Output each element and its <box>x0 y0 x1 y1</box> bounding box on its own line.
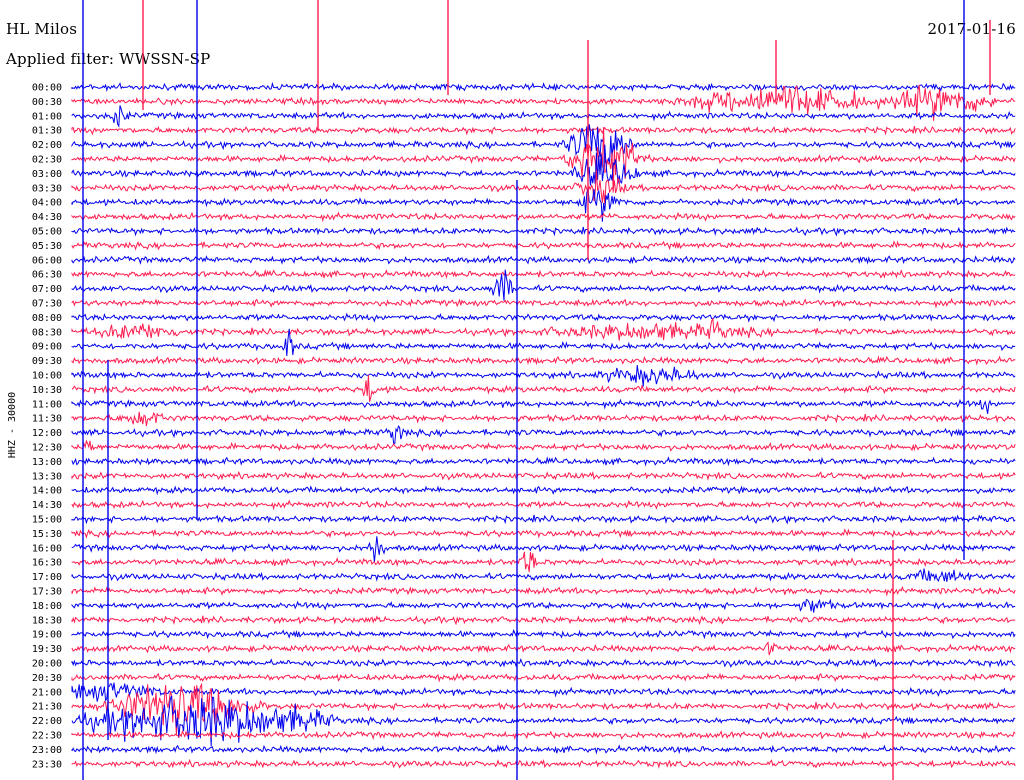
tick-label: 21:00 <box>32 687 62 698</box>
trace-line-1630 <box>71 551 1016 573</box>
trace-line-0230 <box>71 127 1016 193</box>
seismogram-chart: 00:00 00:30 01:00 01:30 02:00 02:30 03:00 03:30… <box>7 0 1016 780</box>
tick-label: 21:30 <box>32 702 62 713</box>
tick-label: 03:00 <box>32 169 62 180</box>
trace-line-1930 <box>71 641 1016 656</box>
tick-label: 04:30 <box>32 212 62 223</box>
trace-line-1830 <box>71 615 1016 626</box>
tick-label: 02:30 <box>32 155 62 166</box>
trace-line-1030 <box>71 374 1016 402</box>
trace-line-0730 <box>71 297 1016 309</box>
trace-line-0130 <box>71 125 1016 136</box>
tick-label: 01:00 <box>32 111 62 122</box>
trace-line-1300 <box>71 456 1016 467</box>
tick-label: 07:00 <box>32 284 62 295</box>
tick-label: 15:30 <box>32 529 62 540</box>
tick-label: 16:30 <box>32 558 62 569</box>
trace-line-0630 <box>71 268 1016 280</box>
trace-line-1600 <box>71 536 1016 563</box>
tick-label: 19:30 <box>32 644 62 655</box>
trace-line-2330 <box>71 758 1016 769</box>
tick-label: 01:30 <box>32 126 62 137</box>
tick-label: 20:30 <box>32 673 62 684</box>
trace-line-2230 <box>71 729 1016 741</box>
tick-label: 05:30 <box>32 241 62 252</box>
trace-line-1400 <box>71 485 1016 496</box>
tick-label: 14:00 <box>32 486 62 497</box>
tick-label: 09:00 <box>32 342 62 353</box>
tick-label: 12:00 <box>32 428 62 439</box>
tick-label: 13:30 <box>32 471 62 482</box>
trace-line-0500 <box>71 226 1016 237</box>
tick-label: 17:00 <box>32 572 62 583</box>
trace-line-0930 <box>71 355 1016 366</box>
tick-label: 18:00 <box>32 601 62 612</box>
tick-label: 22:30 <box>32 731 62 742</box>
trace-line-0800 <box>71 312 1016 323</box>
trace-line-1200 <box>71 425 1016 445</box>
tick-label: 19:00 <box>32 630 62 641</box>
tick-label: 06:30 <box>32 270 62 281</box>
tick-label: 09:30 <box>32 356 62 367</box>
trace-line-0300 <box>71 144 1016 186</box>
trace-line-0530 <box>71 240 1016 251</box>
tick-label: 23:00 <box>32 745 62 756</box>
tick-label: 13:00 <box>32 457 62 468</box>
trace-line-1530 <box>71 528 1016 539</box>
tick-label: 02:00 <box>32 140 62 151</box>
trace-line-1230 <box>71 439 1016 453</box>
tick-label: 20:00 <box>32 659 62 670</box>
tick-label: 11:00 <box>32 399 62 410</box>
trace-line-2200 <box>71 695 1016 747</box>
tick-label: 00:00 <box>32 83 62 94</box>
trace-line-0000 <box>71 81 1016 92</box>
trace-line-1500 <box>71 514 1016 525</box>
trace-line-1800 <box>71 598 1016 613</box>
trace-line-0830 <box>71 318 1016 341</box>
tick-label-group: 00:00 00:30 01:00 01:30 02:00 02:30 03:00 03:30… <box>32 83 62 771</box>
trace-line-0430 <box>71 211 1016 223</box>
tick-label: 17:30 <box>32 587 62 598</box>
tick-label: 12:30 <box>32 443 62 454</box>
tick-label: 03:30 <box>32 183 62 194</box>
trace-line-2300 <box>71 744 1016 755</box>
trace-line-0600 <box>71 254 1016 265</box>
tick-label: 08:00 <box>32 313 62 324</box>
trace-line-1100 <box>71 398 1016 414</box>
tick-label: 00:30 <box>32 97 62 108</box>
trace-line-2030 <box>71 672 1016 683</box>
trace-line-1000 <box>71 365 1016 387</box>
tick-label: 23:30 <box>32 759 62 770</box>
tick-label: 10:00 <box>32 371 62 382</box>
trace-line-1700 <box>71 568 1016 582</box>
tick-label: 07:30 <box>32 299 62 310</box>
trace-line-0100 <box>71 105 1016 128</box>
tick-label: 06:00 <box>32 255 62 266</box>
trace-line-1130 <box>71 411 1016 427</box>
tick-label: 16:00 <box>32 543 62 554</box>
tick-label: 11:30 <box>32 414 62 425</box>
tick-label: 22:00 <box>32 716 62 727</box>
tick-label: 18:30 <box>32 615 62 626</box>
trace-line-1900 <box>71 629 1016 640</box>
trace-group <box>71 0 1016 780</box>
trace-line-1330 <box>71 470 1016 481</box>
tick-label: 04:00 <box>32 198 62 209</box>
tick-label: 15:00 <box>32 515 62 526</box>
tick-label: 10:30 <box>32 385 62 396</box>
tick-label: 05:00 <box>32 227 62 238</box>
tick-label: 08:30 <box>32 327 62 338</box>
trace-line-2000 <box>71 658 1016 669</box>
trace-line-1430 <box>71 499 1016 511</box>
trace-line-1730 <box>71 585 1016 597</box>
tick-label: 14:30 <box>32 500 62 511</box>
y-axis-label: HHZ - 30000 <box>7 392 18 458</box>
